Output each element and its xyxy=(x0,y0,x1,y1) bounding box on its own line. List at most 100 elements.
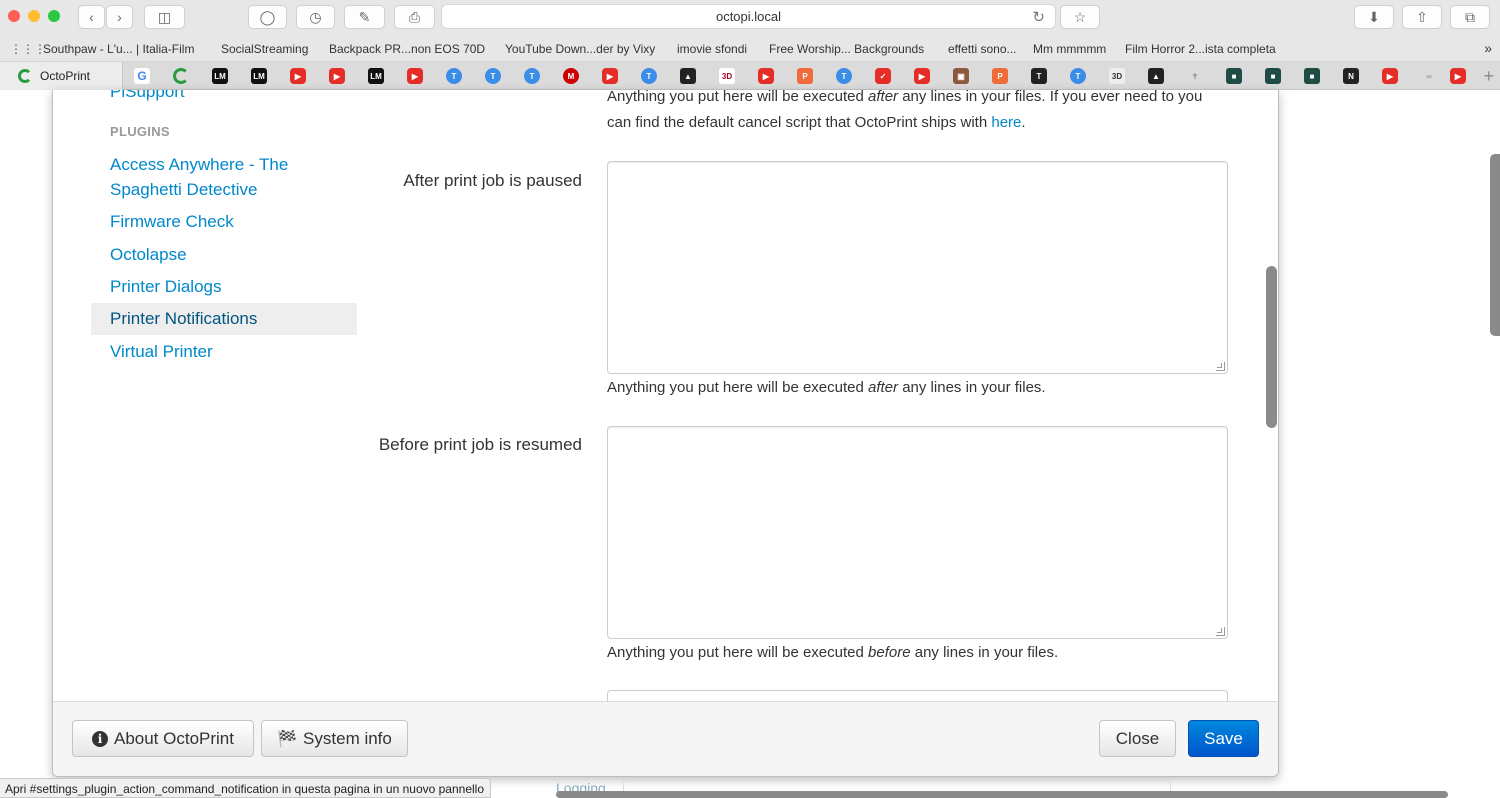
address-bar[interactable]: octopi.local ↻ xyxy=(441,4,1056,29)
youtube-icon[interactable]: ▶ xyxy=(758,68,774,84)
bookmark-item[interactable]: Mm mmmmm xyxy=(1033,42,1106,56)
sidebar-item-access-anywhere[interactable]: Access Anywhere - The Spaghetti Detectiv… xyxy=(91,152,357,202)
notion-icon[interactable]: N xyxy=(1343,68,1359,84)
downloads-button[interactable]: ⬇ xyxy=(1354,5,1394,29)
bookmark-item[interactable]: imovie sfondi xyxy=(677,42,747,56)
dialog-scrollbar[interactable] xyxy=(1266,266,1277,428)
help-text: Anything you put here will be executed xyxy=(607,379,864,396)
tweetbot-icon[interactable]: T xyxy=(446,68,462,84)
tweetbot-icon[interactable]: T xyxy=(836,68,852,84)
default-script-link[interactable]: here xyxy=(991,114,1021,131)
button-label: Save xyxy=(1204,728,1243,748)
help-emphasis: before xyxy=(868,644,911,661)
resize-grip-icon[interactable] xyxy=(1216,362,1225,371)
bookmark-item[interactable]: effetti sono... xyxy=(948,42,1017,56)
sidebar-item-printer-notifications[interactable]: Printer Notifications xyxy=(91,303,357,335)
system-info-button[interactable]: 🏁 System info xyxy=(261,720,408,757)
youtube-icon[interactable]: ▶ xyxy=(1382,68,1398,84)
sidebar-item-virtual-printer[interactable]: Virtual Printer xyxy=(91,339,357,364)
tweetbot-icon[interactable]: T xyxy=(1070,68,1086,84)
lm-icon[interactable]: LM xyxy=(368,68,384,84)
youtube-icon[interactable]: ▶ xyxy=(1450,68,1466,84)
triangle-icon[interactable]: ▲ xyxy=(1148,68,1164,84)
cancel-script-help: Anything you put here will be executed a… xyxy=(607,90,1203,131)
sidebar-item-octolapse[interactable]: Octolapse xyxy=(91,242,357,267)
sidebar-item-pisupport[interactable]: PiSupport xyxy=(110,90,185,102)
p-icon[interactable]: P xyxy=(992,68,1008,84)
3d-box-icon[interactable]: 3D xyxy=(1109,68,1125,84)
print-button[interactable]: ⎙ xyxy=(394,5,435,29)
tweetbot-icon[interactable]: T xyxy=(524,68,540,84)
bookmark-item[interactable]: YouTube Down...der by Vixy xyxy=(505,42,655,56)
chevron-double-right-icon[interactable]: » xyxy=(1484,40,1492,56)
tabs-overview-button[interactable]: ⧉ xyxy=(1450,5,1490,29)
bookmark-item[interactable]: SocialStreaming xyxy=(221,42,308,56)
sidebar-item-printer-dialogs[interactable]: Printer Dialogs xyxy=(91,274,357,299)
back-button[interactable]: ‹ xyxy=(78,5,105,29)
shield-icon: ◯ xyxy=(259,8,276,25)
k-icon[interactable]: ■ xyxy=(1304,68,1320,84)
youtube-icon[interactable]: ▶ xyxy=(602,68,618,84)
figure-icon[interactable]: ✝ xyxy=(1187,68,1203,84)
lm-icon[interactable]: LM xyxy=(212,68,228,84)
resize-grip-icon[interactable] xyxy=(1216,627,1225,636)
k-icon[interactable]: ■ xyxy=(1226,68,1242,84)
grid-icon[interactable]: ⋮⋮⋮ xyxy=(10,42,46,56)
t3-icon[interactable]: T xyxy=(1031,68,1047,84)
bookmark-item[interactable]: Backpack PR...non EOS 70D xyxy=(329,42,485,56)
new-tab-icon[interactable]: + xyxy=(1483,66,1494,87)
octoprint-icon[interactable] xyxy=(173,68,189,84)
triangle-icon[interactable]: ▲ xyxy=(680,68,696,84)
octoprint-icon xyxy=(18,69,32,83)
help-text: any lines in your files. xyxy=(902,379,1046,396)
share-button[interactable]: ⇧ xyxy=(1402,5,1442,29)
help-text: any lines in your files. xyxy=(914,644,1059,661)
bookmark-item[interactable]: Southpaw - L'u... | Italia-Film xyxy=(43,42,194,56)
zoom-window-button[interactable] xyxy=(48,10,60,22)
save-button[interactable]: Save xyxy=(1188,720,1259,757)
close-window-button[interactable] xyxy=(8,10,20,22)
sidebar-toggle-button[interactable]: ◫ xyxy=(144,5,185,29)
youtube-icon[interactable]: ▶ xyxy=(407,68,423,84)
tweetbot-icon[interactable]: T xyxy=(485,68,501,84)
bookmark-icon[interactable]: ▣ xyxy=(953,68,969,84)
privacy-report-button[interactable]: ◯ xyxy=(248,5,287,29)
close-button[interactable]: Close xyxy=(1099,720,1176,757)
link-icon[interactable]: ∞ xyxy=(1421,68,1437,84)
circle-m-icon[interactable]: M xyxy=(563,68,579,84)
tab-octoprint[interactable]: OctoPrint xyxy=(0,62,123,90)
minimize-window-button[interactable] xyxy=(28,10,40,22)
3d-icon[interactable]: 3D xyxy=(719,68,735,84)
help-emphasis: after xyxy=(868,90,899,105)
bookmark-item[interactable]: Free Worship... Backgrounds xyxy=(769,42,924,56)
reload-icon[interactable]: ↻ xyxy=(1032,8,1045,26)
youtube-icon[interactable]: ▶ xyxy=(329,68,345,84)
youtube-icon[interactable]: ▶ xyxy=(290,68,306,84)
before-resumed-script-textarea[interactable] xyxy=(607,426,1228,639)
before-resumed-label: Before print job is resumed xyxy=(378,435,582,454)
after-paused-script-textarea[interactable] xyxy=(607,161,1228,374)
tweetbot-icon[interactable]: T xyxy=(641,68,657,84)
horizontal-scrollbar[interactable] xyxy=(556,791,1448,798)
clock-icon: ◷ xyxy=(309,8,322,25)
history-button[interactable]: ◷ xyxy=(296,5,335,29)
lm-icon[interactable]: LM xyxy=(251,68,267,84)
markup-button[interactable]: ✎ xyxy=(344,5,385,29)
bookmark-item[interactable]: Film Horror 2...ista completa xyxy=(1125,42,1276,56)
sidebar-section-header: PLUGINS xyxy=(110,124,170,139)
sidebar-item-firmware-check[interactable]: Firmware Check xyxy=(91,209,357,234)
pocket-icon[interactable]: ✓ xyxy=(875,68,891,84)
k-icon[interactable]: ■ xyxy=(1265,68,1281,84)
settings-dialog: PiSupport PLUGINS Access Anywhere - The … xyxy=(52,90,1279,777)
google-icon[interactable]: G xyxy=(134,68,150,84)
page-scrollbar[interactable] xyxy=(1490,154,1500,336)
after-paused-label: After print job is paused xyxy=(403,171,582,190)
about-octoprint-button[interactable]: i About OctoPrint xyxy=(72,720,254,757)
chevron-right-icon: › xyxy=(117,9,122,25)
p-icon[interactable]: P xyxy=(797,68,813,84)
youtube-icon[interactable]: ▶ xyxy=(914,68,930,84)
forward-button[interactable]: › xyxy=(106,5,133,29)
before-resumed-help: Anything you put here will be executed b… xyxy=(607,640,1058,666)
chevron-left-icon: ‹ xyxy=(89,9,94,25)
reader-button[interactable]: ☆ xyxy=(1060,5,1100,29)
